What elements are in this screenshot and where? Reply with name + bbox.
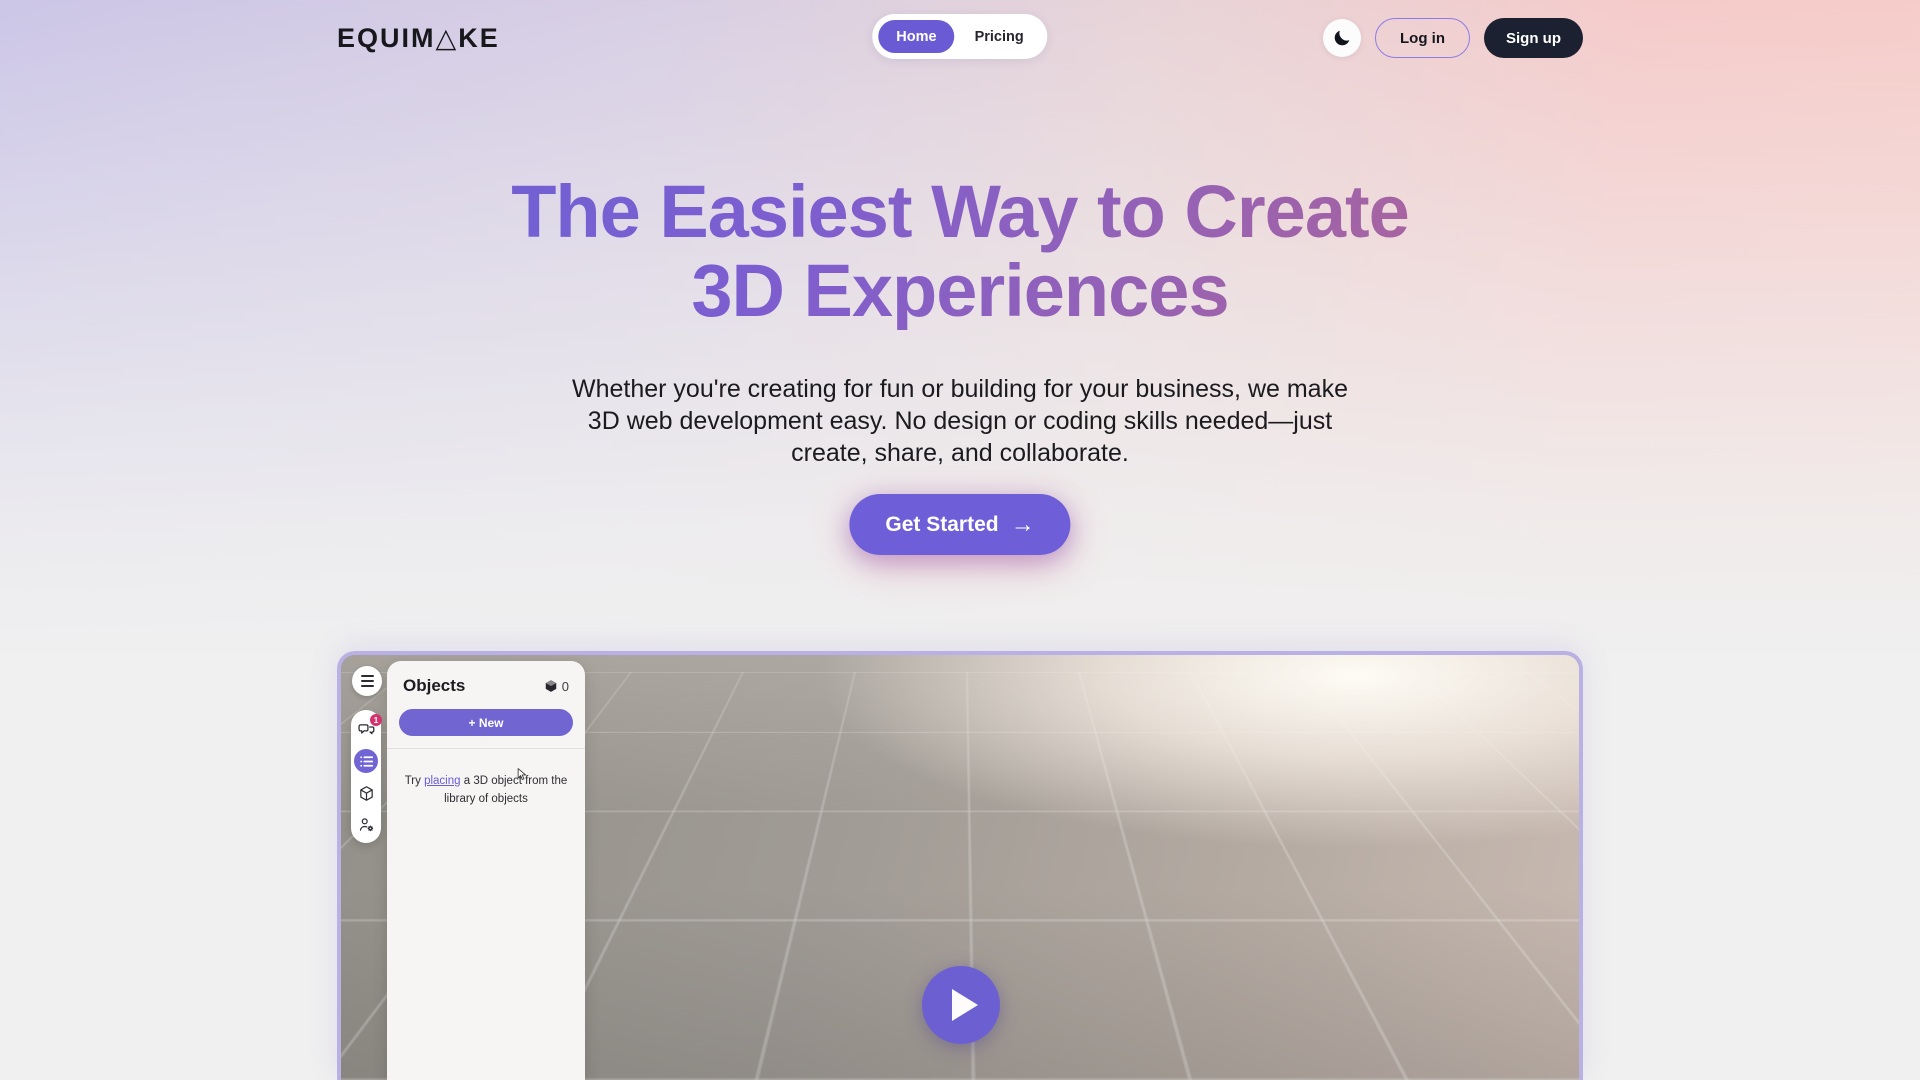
cube-count-icon (544, 679, 558, 693)
avatar-settings-button[interactable] (355, 813, 377, 835)
login-button[interactable]: Log in (1375, 18, 1470, 58)
object-count-value: 0 (562, 679, 569, 694)
hero-description: Whether you're creating for fun or build… (565, 373, 1355, 469)
theme-toggle-button[interactable] (1323, 19, 1361, 57)
chat-button[interactable]: 1 (355, 718, 377, 740)
objects-list-icon (358, 753, 375, 770)
hamburger-icon (361, 675, 374, 677)
cube-icon (358, 785, 375, 802)
top-navigation-bar: EQUIM△KE Home Pricing Log in Sign up (337, 0, 1583, 76)
objects-panel-title: Objects (403, 676, 465, 696)
new-object-button[interactable]: + New (399, 709, 573, 736)
object-library-button[interactable] (355, 782, 377, 804)
app-preview-window: 1 (337, 651, 1583, 1080)
hero-heading-line1: The Easiest Way to Create (0, 172, 1920, 251)
empty-state-hint: Try placing a 3D object from the library… (387, 773, 585, 809)
mouse-cursor-icon (515, 767, 530, 782)
hero-heading: The Easiest Way to Create 3D Experiences (0, 172, 1920, 330)
moon-icon (1332, 28, 1352, 48)
main-nav: Home Pricing (872, 14, 1047, 59)
nav-tab-pricing[interactable]: Pricing (957, 20, 1042, 53)
play-button[interactable] (922, 966, 1000, 1044)
hero-heading-line2: 3D Experiences (0, 251, 1920, 330)
user-gear-icon (358, 816, 375, 833)
objects-list-button[interactable] (354, 749, 378, 773)
chat-notification-badge: 1 (370, 714, 382, 726)
tool-rail: 1 (351, 710, 381, 843)
arrow-right-icon: → (1011, 513, 1035, 537)
menu-button[interactable] (352, 666, 382, 696)
nav-tab-home[interactable]: Home (878, 20, 954, 53)
signup-button[interactable]: Sign up (1484, 18, 1583, 58)
objects-panel: Objects 0 + New Try placing a 3D object … (387, 661, 585, 1080)
placing-link[interactable]: placing (424, 775, 460, 787)
equimake-logo: EQUIM△KE (337, 23, 500, 54)
panel-divider (387, 748, 585, 749)
play-icon (952, 989, 978, 1021)
object-counter: 0 (544, 679, 569, 694)
get-started-button[interactable]: Get Started → (849, 494, 1070, 555)
get-started-label: Get Started (885, 513, 998, 537)
header-actions: Log in Sign up (1323, 18, 1583, 58)
objects-panel-header: Objects 0 (387, 661, 585, 705)
